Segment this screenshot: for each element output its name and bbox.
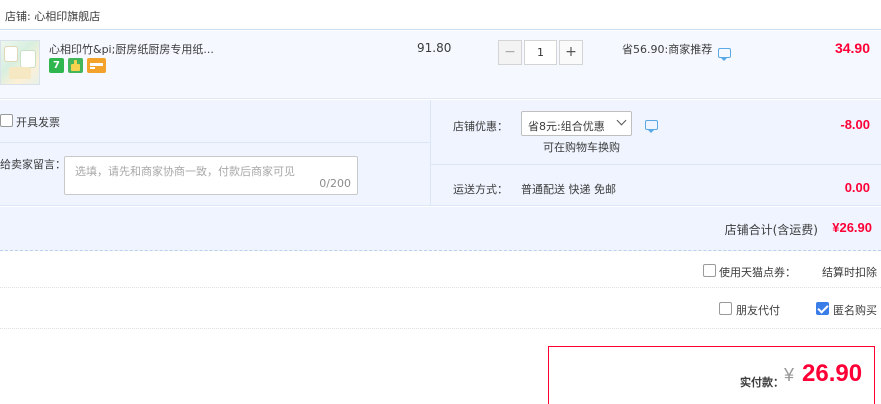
friend-pay-label[interactable]: 朋友代付 [736, 302, 780, 318]
shipping-amount: 0.00 [844, 180, 870, 195]
shop-header: 店铺: 心相印旗舰店 [0, 0, 881, 30]
discount-exchange-note: 可在购物车换购 [543, 141, 620, 154]
store-total-label: 店铺合计(含运费) [724, 223, 818, 237]
coupon-row: 使用天猫点券： 结算时扣除 [0, 252, 881, 288]
item-subtotal: 34.90 [834, 40, 870, 56]
seven-day-return-badge-icon[interactable]: 7 [49, 58, 64, 73]
discount-amount: -8.00 [840, 117, 870, 132]
quantity-decrease-button[interactable]: − [498, 40, 522, 65]
chat-icon[interactable] [645, 120, 658, 133]
coupon-checkbox[interactable] [703, 264, 716, 277]
currency-symbol: ¥ [784, 365, 795, 385]
quantity-increase-button[interactable]: + [559, 40, 583, 65]
coupon-deduct-note: 结算时扣除 [822, 266, 877, 279]
gift-badge-icon[interactable] [68, 58, 83, 73]
final-payment-amount: 26.90 [802, 360, 863, 387]
payment-options-row: 朋友代付 匿名购买 [0, 289, 881, 329]
message-char-counter: 0/200 [319, 177, 351, 190]
store-discount-label: 店铺优惠： [453, 120, 508, 133]
friend-pay-checkbox[interactable] [719, 302, 732, 315]
order-options-panel: 开具发票 给卖家留言： 选填，请先和商家协商一致，付款后商家可见 0/200 店… [0, 100, 881, 206]
divider [431, 164, 881, 165]
final-payment-box: 实付款： ¥ 26.90 [548, 346, 875, 404]
card-badge-icon[interactable] [87, 58, 106, 73]
store-total-row: 店铺合计(含运费) ¥26.90 [0, 207, 881, 251]
product-thumbnail[interactable] [0, 40, 40, 85]
unit-price: 91.80 [417, 41, 452, 55]
store-discount-select[interactable]: 省8元:组合优惠 [521, 111, 632, 136]
shipping-label: 运送方式： [453, 183, 508, 196]
final-payment-label: 实付款： [740, 376, 784, 389]
chevron-down-icon [616, 115, 627, 126]
divider [0, 142, 430, 143]
product-title[interactable]: 心相印竹&pi;厨房纸厨房专用纸... [49, 41, 214, 57]
invoice-label[interactable]: 开具发票 [16, 114, 60, 130]
store-total-amount: ¥26.90 [832, 220, 872, 235]
message-placeholder: 选填，请先和商家协商一致，付款后商家可见 [75, 165, 295, 178]
shop-name[interactable]: 店铺: 心相印旗舰店 [5, 8, 100, 24]
coupon-label[interactable]: 使用天猫点券： [719, 264, 796, 280]
store-discount-selected: 省8元:组合优惠 [528, 120, 605, 133]
divider [430, 100, 431, 206]
shipping-method: 普通配送 快递 免邮 [521, 183, 616, 196]
chat-icon[interactable] [718, 48, 731, 61]
anonymous-purchase-label[interactable]: 匿名购买 [833, 302, 877, 318]
promo-text: 省56.90:商家推荐 [622, 43, 713, 56]
seller-message-input[interactable]: 选填，请先和商家协商一致，付款后商家可见 0/200 [64, 156, 358, 195]
message-label: 给卖家留言： [0, 158, 66, 171]
quantity-input[interactable]: 1 [524, 40, 557, 65]
cart-item-row: 心相印竹&pi;厨房纸厨房专用纸... 7 91.80 − 1 + 省56.90… [0, 31, 881, 99]
anonymous-purchase-checkbox[interactable] [816, 302, 829, 315]
quantity-stepper: − 1 + [498, 40, 584, 65]
invoice-checkbox[interactable] [0, 114, 13, 127]
